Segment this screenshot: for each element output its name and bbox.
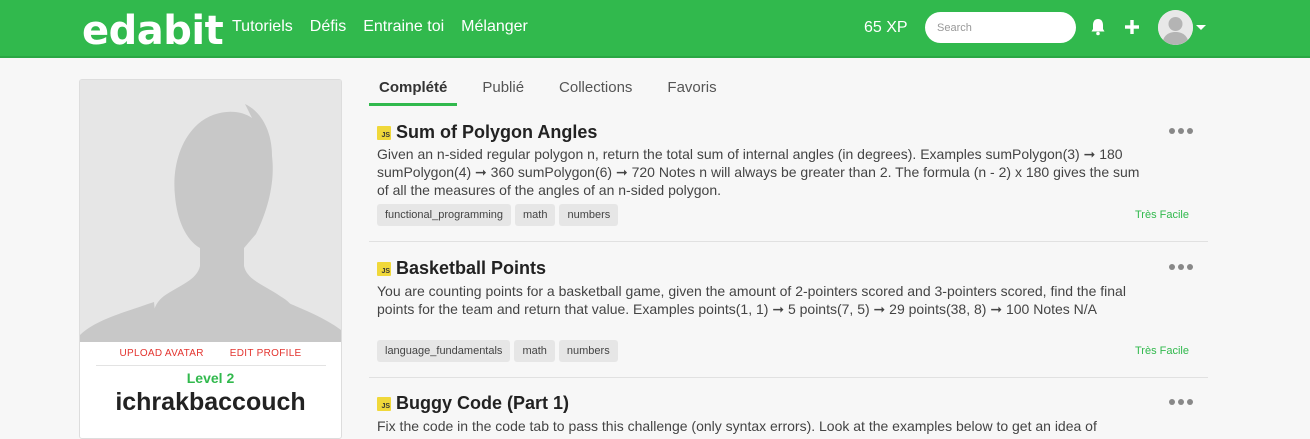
challenge-tags: language_fundamentals math numbers [377,340,618,362]
user-level: Level 2 [186,370,235,386]
profile-tabs: Complété Publié Collections Favoris [369,76,742,106]
tab-collections[interactable]: Collections [549,76,642,106]
tag[interactable]: numbers [559,204,619,226]
tab-publie[interactable]: Publié [472,76,534,106]
challenge-card: JS Basketball Points You are counting po… [369,258,1208,378]
challenge-description: Given an n-sided regular polygon n, retu… [377,146,1140,198]
tag[interactable]: numbers [558,340,618,362]
username: ichrakbaccouch [115,388,306,416]
challenge-title[interactable]: Sum of Polygon Angles [396,122,597,143]
bell-icon[interactable] [1090,18,1106,36]
js-language-icon: JS [377,396,391,411]
divider [96,365,326,366]
upload-avatar-link[interactable]: UPLOAD AVATAR [119,348,203,359]
challenge-title-row: JS Basketball Points [377,258,546,279]
challenge-description: You are counting points for a basketball… [377,283,1126,317]
js-language-icon: JS [377,261,391,276]
edit-profile-link[interactable]: EDIT PROFILE [230,348,302,359]
challenge-description: Fix the code in the code tab to pass thi… [377,418,1097,434]
difficulty-label: Très Facile [1135,209,1189,221]
challenge-card: JS Buggy Code (Part 1) Fix the code in t… [369,393,1208,434]
edabit-logo[interactable]: edabit [82,8,224,54]
challenge-title-row: JS Buggy Code (Part 1) [377,393,569,414]
challenge-title-row: JS Sum of Polygon Angles [377,122,597,143]
nav-link-melanger[interactable]: Mélanger [461,18,528,36]
xp-counter: 65 XP [864,19,908,36]
tab-complete[interactable]: Complété [369,76,458,106]
main-nav: Tutoriels Défis Entraine toi Mélanger [232,18,528,36]
nav-link-entraine-toi[interactable]: Entraine toi [363,18,444,36]
search-input[interactable] [925,12,1076,43]
user-avatar[interactable] [1158,10,1193,45]
challenge-title[interactable]: Buggy Code (Part 1) [396,393,569,414]
nav-link-defis[interactable]: Défis [310,18,346,36]
difficulty-label: Très Facile [1135,345,1189,357]
tag[interactable]: functional_programming [377,204,512,226]
more-options-icon[interactable] [1169,261,1193,273]
tag[interactable]: math [515,204,556,226]
profile-avatar [80,80,341,342]
challenge-tags: functional_programming math numbers [377,204,619,226]
tab-favoris[interactable]: Favoris [657,76,726,106]
chevron-down-icon[interactable] [1196,25,1206,30]
avatar-silhouette-icon [1158,10,1193,45]
nav-link-tutoriels[interactable]: Tutoriels [232,18,293,36]
profile-card: UPLOAD AVATAR EDIT PROFILE Level 2 ichra… [79,79,342,439]
challenge-title[interactable]: Basketball Points [396,258,546,279]
js-language-icon: JS [377,125,391,140]
challenge-card: JS Sum of Polygon Angles Given an n-side… [369,121,1208,242]
more-options-icon[interactable] [1169,396,1193,408]
avatar-silhouette-icon [80,80,341,342]
profile-actions: UPLOAD AVATAR EDIT PROFILE [80,348,341,359]
plus-icon[interactable] [1124,19,1140,35]
top-navbar: edabit Tutoriels Défis Entraine toi Méla… [0,0,1310,58]
tag[interactable]: math [514,340,555,362]
tag[interactable]: language_fundamentals [377,340,511,362]
more-options-icon[interactable] [1169,125,1193,137]
